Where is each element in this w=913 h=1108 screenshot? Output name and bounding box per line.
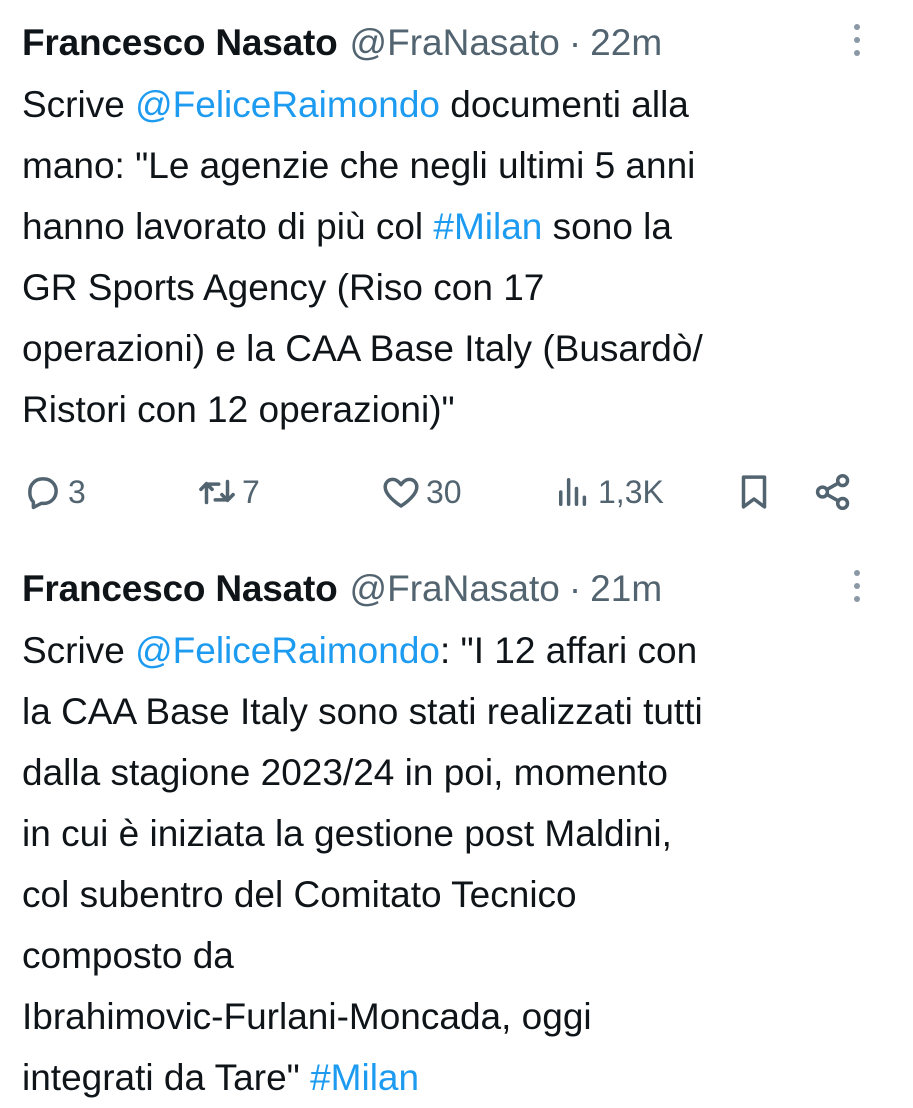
tweet-text-line: in cui è iniziata la gestione post Maldi… xyxy=(22,813,672,854)
tweet-timestamp[interactable]: 22m xyxy=(590,22,662,64)
tweet-text-line: col subentro del Comitato Tecnico xyxy=(22,874,577,915)
tweet-text-line: mano: "Le agenzie che negli ultimi 5 ann… xyxy=(22,145,696,186)
tweet-text-line: dalla stagione 2023/24 in poi, momento xyxy=(22,752,668,793)
tweet-header: Francesco Nasato @FraNasato · 21m xyxy=(0,560,913,618)
tweet-actions-bar: 3 7 30 1,3K xyxy=(0,462,913,522)
reply-count: 3 xyxy=(68,473,86,510)
text-segment: : "I 12 affari con xyxy=(440,630,698,671)
tweet-text-line: Scrive @FeliceRaimondo documenti alla xyxy=(22,74,891,135)
more-options-icon[interactable] xyxy=(847,570,867,616)
text-segment: documenti alla xyxy=(440,84,689,125)
views-button[interactable]: 1,3K xyxy=(552,462,664,522)
speech-bubble-icon xyxy=(28,477,58,510)
tweet-card[interactable]: Francesco Nasato @FraNasato · 22m Scrive… xyxy=(0,14,913,522)
author-handle[interactable]: @FraNasato xyxy=(350,568,560,610)
text-segment: sono la xyxy=(542,206,672,247)
tweet-text-line: hanno lavorato di più col #Milan sono la xyxy=(22,196,891,257)
reply-button[interactable]: 3 xyxy=(22,462,86,522)
tweet-text-line: GR Sports Agency (Riso con 17 xyxy=(22,267,545,308)
share-button[interactable] xyxy=(812,462,854,522)
tweet-header: Francesco Nasato @FraNasato · 22m xyxy=(0,14,913,72)
retweet-button[interactable]: 7 xyxy=(196,462,260,522)
tweet-text-line: Ristori con 12 operazioni)" xyxy=(22,389,455,430)
tweet-card[interactable]: Francesco Nasato @FraNasato · 21m Scrive… xyxy=(0,560,913,1108)
retweet-arrows-icon xyxy=(199,479,235,505)
tweet-text-line: operazioni) e la CAA Base Italy (Busardò… xyxy=(22,328,703,369)
bookmark-icon xyxy=(741,475,767,509)
author-handle[interactable]: @FraNasato xyxy=(350,22,560,64)
bar-chart-icon xyxy=(559,478,587,506)
separator-dot: · xyxy=(568,22,582,63)
more-options-icon[interactable] xyxy=(847,24,867,70)
author-name[interactable]: Francesco Nasato xyxy=(22,22,338,64)
tweet-text-line: integrati da Tare" #Milan xyxy=(22,1047,891,1108)
separator-dot: · xyxy=(568,568,582,609)
hashtag-link[interactable]: #Milan xyxy=(310,1057,419,1098)
tweet-text-line: Ibrahimovic-Furlani-Moncada, oggi xyxy=(22,996,592,1037)
retweet-count: 7 xyxy=(242,473,260,510)
view-count: 1,3K xyxy=(598,473,664,510)
text-segment: hanno lavorato di più col xyxy=(22,206,434,247)
tweet-timestamp[interactable]: 21m xyxy=(590,568,662,610)
tweet-text-line: Scrive @FeliceRaimondo: "I 12 affari con xyxy=(22,620,891,681)
mention-link[interactable]: @FeliceRaimondo xyxy=(135,84,440,125)
mention-link[interactable]: @FeliceRaimondo xyxy=(135,630,440,671)
text-segment: integrati da Tare" xyxy=(22,1057,311,1098)
bookmark-button[interactable] xyxy=(733,462,775,522)
tweet-text-line: composto da xyxy=(22,935,234,976)
heart-icon xyxy=(383,477,419,508)
hashtag-link[interactable]: #Milan xyxy=(433,206,542,247)
text-segment: Scrive xyxy=(22,84,136,125)
text-segment: Scrive xyxy=(22,630,136,671)
like-count: 30 xyxy=(426,473,462,510)
tweet-text: Scrive @FeliceRaimondo: "I 12 affari con… xyxy=(0,620,913,1108)
share-nodes-icon xyxy=(815,473,850,511)
author-name[interactable]: Francesco Nasato xyxy=(22,568,338,610)
tweet-text-line: la CAA Base Italy sono stati realizzati … xyxy=(22,691,703,732)
like-button[interactable]: 30 xyxy=(380,462,462,522)
tweet-text: Scrive @FeliceRaimondo documenti alla ma… xyxy=(0,74,913,440)
